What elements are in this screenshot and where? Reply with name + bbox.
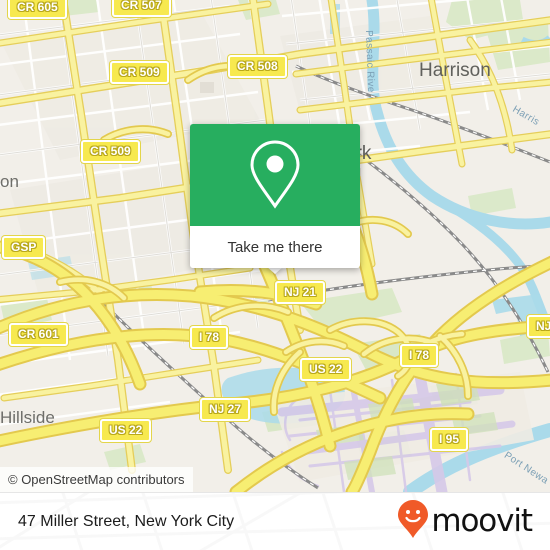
shield-cr-508[interactable]: CR 508	[228, 55, 287, 78]
shield-i-95[interactable]: I 95	[430, 428, 469, 451]
map-canvas[interactable]: Harrison ark on Hillside Passaic Rive Ha…	[0, 0, 550, 492]
shield-cr-509-b[interactable]: CR 509	[81, 140, 140, 163]
shield-i-78-b[interactable]: I 78	[400, 344, 439, 367]
destination-card-header	[190, 124, 360, 226]
shield-i-78-a[interactable]: I 78	[190, 326, 229, 349]
shield-us-22-b[interactable]: US 22	[100, 419, 152, 442]
moovit-wordmark: moovit	[431, 503, 533, 539]
destination-address: 47 Miller Street, New York City	[18, 512, 235, 530]
shield-cr-509-a[interactable]: CR 509	[110, 61, 169, 84]
destination-card[interactable]: Take me there	[190, 124, 360, 268]
osm-attribution[interactable]: © OpenStreetMap contributors	[0, 467, 193, 492]
shield-us-22-a[interactable]: US 22	[300, 358, 352, 381]
shield-nj-21[interactable]: NJ 21	[275, 281, 326, 304]
footer-bar: 47 Miller Street, New York City moovit	[0, 492, 550, 550]
moovit-logo[interactable]: moovit	[397, 499, 533, 544]
moovit-pin-smiley-icon	[397, 499, 429, 544]
map-pin-icon	[246, 138, 304, 212]
water-label-passaic-river: Passaic Rive	[363, 30, 377, 93]
shield-gsp[interactable]: GSP	[2, 236, 46, 259]
shield-njtp[interactable]: NJTP	[527, 315, 550, 338]
shield-nj-27[interactable]: NJ 27	[200, 398, 251, 421]
shield-cr-601[interactable]: CR 601	[9, 323, 68, 346]
take-me-there-button[interactable]: Take me there	[190, 226, 360, 268]
shield-cr-507[interactable]: CR 507	[112, 0, 171, 17]
shield-cr-605[interactable]: CR 605	[8, 0, 67, 19]
